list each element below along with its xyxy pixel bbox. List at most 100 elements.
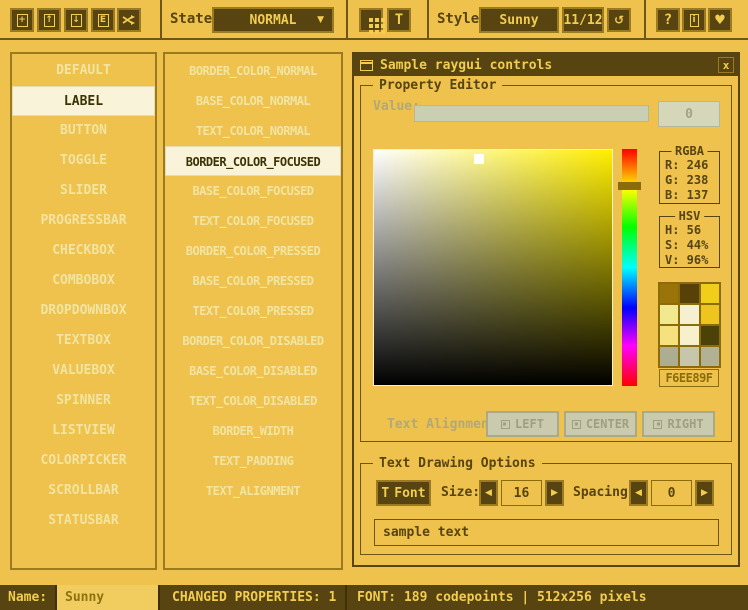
align-right-button[interactable]: RIGHT: [642, 411, 715, 437]
info-icon: i: [690, 14, 699, 27]
list-item[interactable]: TEXT_COLOR_NORMAL: [165, 116, 341, 146]
rgba-group: RGBA R: 246 G: 238 B: 137: [659, 151, 720, 204]
value-slider[interactable]: [414, 105, 649, 122]
list-item[interactable]: SCROLLBAR: [12, 476, 155, 506]
list-item[interactable]: TEXTBOX: [12, 326, 155, 356]
color-swatch[interactable]: [680, 326, 698, 345]
sponsor-button[interactable]: ♥: [708, 8, 732, 32]
list-item[interactable]: DROPDOWNBOX: [12, 296, 155, 326]
text-drawing-options-group: Text Drawing Options T Font Size: ◀ 16 ▶…: [360, 463, 732, 555]
hsv-title: HSV: [675, 209, 705, 224]
style-name-button[interactable]: Sunny: [479, 7, 559, 33]
list-item[interactable]: BORDER_COLOR_DISABLED: [165, 326, 341, 356]
list-item[interactable]: BORDER_WIDTH: [165, 416, 341, 446]
grid-icon: [369, 18, 373, 22]
list-item[interactable]: TEXT_COLOR_PRESSED: [165, 296, 341, 326]
spacing-increment-button[interactable]: ▶: [695, 480, 714, 506]
list-item[interactable]: BASE_COLOR_NORMAL: [165, 86, 341, 116]
open-file-button[interactable]: ↑: [37, 8, 61, 32]
color-swatch[interactable]: [701, 284, 719, 303]
reload-style-button[interactable]: ↻: [607, 8, 631, 32]
color-swatch[interactable]: [660, 284, 678, 303]
arrow-right-icon: ▶: [551, 488, 558, 498]
toolbar-divider: [346, 0, 348, 38]
list-item[interactable]: PROGRESSBAR: [12, 206, 155, 236]
style-table-button[interactable]: [359, 8, 383, 32]
size-increment-button[interactable]: ▶: [545, 480, 564, 506]
hsv-group: HSV H: 56 S: 44% V: 96%: [659, 216, 720, 268]
align-right-icon: [653, 420, 662, 429]
about-button[interactable]: i: [682, 8, 706, 32]
state-dropdown[interactable]: NORMAL ▼: [212, 7, 334, 33]
color-swatch[interactable]: [701, 347, 719, 366]
name-label: Name:: [8, 585, 47, 610]
color-swatch[interactable]: [701, 326, 719, 345]
color-swatch[interactable]: [660, 326, 678, 345]
arrow-right-icon: ▶: [701, 488, 708, 498]
hex-value-box[interactable]: F6EE89F: [659, 369, 719, 387]
style-name-input[interactable]: Sunny: [55, 585, 160, 610]
list-item[interactable]: BORDER_COLOR_FOCUSED: [165, 146, 341, 176]
list-item[interactable]: VALUEBOX: [12, 356, 155, 386]
size-value-box[interactable]: 16: [501, 480, 542, 506]
color-panel-cursor[interactable]: [474, 154, 484, 164]
list-item[interactable]: BUTTON: [12, 116, 155, 146]
list-item[interactable]: BORDER_COLOR_PRESSED: [165, 236, 341, 266]
list-item[interactable]: TEXT_COLOR_DISABLED: [165, 386, 341, 416]
align-center-button[interactable]: CENTER: [564, 411, 637, 437]
list-item[interactable]: TEXT_COLOR_FOCUSED: [165, 206, 341, 236]
property-editor-group: Property Editor Value: 0 RGBA R: 246 G: …: [360, 85, 732, 442]
color-swatch[interactable]: [680, 347, 698, 366]
list-item[interactable]: TEXT_PADDING: [165, 446, 341, 476]
color-swatch[interactable]: [701, 305, 719, 324]
list-item[interactable]: STATUSBAR: [12, 506, 155, 536]
font-button[interactable]: T Font: [376, 480, 431, 506]
sample-controls-window: Sample raygui controls x Property Editor…: [352, 52, 740, 567]
font-atlas-button[interactable]: T: [387, 8, 411, 32]
align-left-button[interactable]: LEFT: [486, 411, 559, 437]
sample-text-input[interactable]: sample text: [374, 519, 719, 546]
close-button[interactable]: x: [718, 57, 734, 73]
new-file-button[interactable]: +: [10, 8, 34, 32]
color-swatch[interactable]: [680, 284, 698, 303]
list-item[interactable]: LABEL: [12, 86, 155, 116]
size-decrement-button[interactable]: ◀: [479, 480, 498, 506]
toolbar-divider: [427, 0, 429, 38]
list-item[interactable]: BASE_COLOR_PRESSED: [165, 266, 341, 296]
rgba-g-value: G: 238: [665, 173, 719, 188]
color-panel[interactable]: [373, 149, 613, 386]
spacing-decrement-button[interactable]: ◀: [629, 480, 648, 506]
toolbar: + ↑ ↓ E State: NORMAL ▼ T: [0, 0, 748, 40]
list-item[interactable]: SPINNER: [12, 386, 155, 416]
spacing-value-box[interactable]: 0: [651, 480, 692, 506]
list-item[interactable]: CHECKBOX: [12, 236, 155, 266]
value-box[interactable]: 0: [658, 101, 720, 127]
color-swatch[interactable]: [660, 347, 678, 366]
window-titlebar[interactable]: Sample raygui controls x: [354, 54, 738, 76]
list-item[interactable]: TEXT_ALIGNMENT: [165, 476, 341, 506]
color-swatch[interactable]: [660, 305, 678, 324]
list-item[interactable]: BASE_COLOR_FOCUSED: [165, 176, 341, 206]
list-item[interactable]: BASE_COLOR_DISABLED: [165, 356, 341, 386]
list-item[interactable]: LISTVIEW: [12, 416, 155, 446]
color-swatch[interactable]: [680, 305, 698, 324]
rgba-b-value: B: 137: [665, 188, 719, 203]
hue-bar[interactable]: [622, 149, 637, 386]
list-item[interactable]: SLIDER: [12, 176, 155, 206]
heart-icon: ♥: [714, 13, 726, 28]
question-icon: ?: [664, 12, 672, 28]
help-button[interactable]: ?: [656, 8, 680, 32]
statusbar-divider: [345, 585, 347, 610]
save-file-button[interactable]: ↓: [64, 8, 88, 32]
random-style-button[interactable]: [117, 8, 141, 32]
list-item[interactable]: BORDER_COLOR_NORMAL: [165, 56, 341, 86]
list-item[interactable]: COMBOBOX: [12, 266, 155, 296]
export-file-button[interactable]: E: [91, 8, 115, 32]
list-item[interactable]: DEFAULT: [12, 56, 155, 86]
list-item[interactable]: TOGGLE: [12, 146, 155, 176]
hue-cursor[interactable]: [618, 182, 641, 190]
list-item[interactable]: COLORPICKER: [12, 446, 155, 476]
shuffle-icon: [122, 13, 136, 27]
window-title: Sample raygui controls: [380, 58, 552, 73]
font-info-status: FONT: 189 codepoints | 512x256 pixels: [357, 585, 647, 610]
